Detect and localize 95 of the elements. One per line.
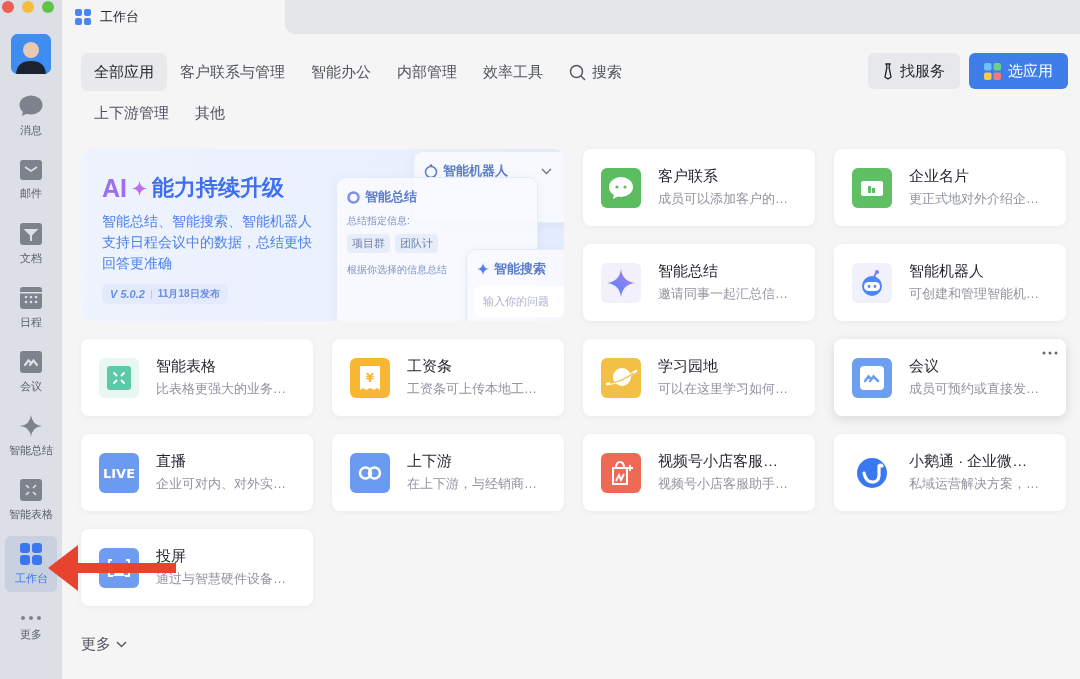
app-description: 邀请同事一起汇总信… xyxy=(658,285,788,303)
sidebar-item[interactable]: 智能表格 xyxy=(5,472,57,528)
app-title: 上下游 xyxy=(407,452,453,471)
search-icon xyxy=(569,63,586,81)
category-tab[interactable]: 内部管理 xyxy=(384,53,470,91)
app-title: 学习园地 xyxy=(658,357,719,376)
app-description: 成员可预约或直接发… xyxy=(909,380,1039,398)
chip: 项目群 xyxy=(347,234,390,253)
banner-description: 智能总结、智能搜索、智能机器人支持日程会议中的数据，总结更快回答更准确 xyxy=(102,212,313,273)
app-title: 会议 xyxy=(909,357,940,376)
sidebar-item[interactable]: 会议 xyxy=(5,344,57,400)
panel-text: 根据你选择的信息总结 xyxy=(347,263,447,277)
app-card[interactable]: 小鹅通 · 企业微… 私域运营解决方案，… xyxy=(834,434,1066,511)
chat-icon xyxy=(19,94,43,117)
panel-title: 智能总结 xyxy=(365,188,417,206)
live-icon: LIVE xyxy=(99,452,139,493)
find-service-button[interactable]: 找服务 xyxy=(868,53,960,89)
sparkle-icon xyxy=(20,414,42,437)
release-date: 11月18日发布 xyxy=(157,287,220,301)
panel-hint: 总结指定信息: xyxy=(347,214,410,228)
app-title: 客户联系 xyxy=(658,167,719,186)
sidebar-item[interactable]: 文档 xyxy=(5,216,57,272)
tie-icon xyxy=(883,62,893,80)
app-title: 投屏 xyxy=(156,547,187,566)
app-title: 智能表格 xyxy=(156,357,217,376)
window-title: 工作台 xyxy=(100,8,139,26)
sparkle-icon xyxy=(132,180,147,196)
category-tab[interactable]: 智能办公 xyxy=(298,53,384,91)
sidebar-item[interactable]: 日程 xyxy=(5,280,57,336)
sidebar-item[interactable]: 消息 xyxy=(5,88,57,144)
app-description: 私域运营解决方案，… xyxy=(909,475,1039,493)
app-card[interactable]: 智能机器人 可创建和管理智能机… xyxy=(834,244,1066,321)
app-description: 工资条可上传本地工… xyxy=(407,380,537,398)
app-card[interactable]: 智能表格 比表格更强大的业务… xyxy=(81,339,313,416)
ai-label: AI xyxy=(102,173,127,203)
app-title: 视频号小店客服… xyxy=(658,452,779,471)
app-card[interactable]: 上下游 在上下游，与经销商… xyxy=(332,434,564,511)
app-description: 视频号小店客服助手… xyxy=(658,475,788,493)
app-title: 智能机器人 xyxy=(909,262,985,281)
show-more-button[interactable]: 更多 xyxy=(81,635,127,654)
banner-title: 能力持续升级 xyxy=(152,174,284,202)
sidebar-item[interactable]: 智能总结 xyxy=(5,408,57,464)
app-description: 比表格更强大的业务… xyxy=(156,380,286,398)
app-title: 直播 xyxy=(156,452,187,471)
app-card[interactable]: 智能总结 邀请同事一起汇总信… xyxy=(583,244,815,321)
more-icon[interactable] xyxy=(1042,351,1058,355)
question-field: 输入你的问题 xyxy=(475,286,564,317)
app-description: 成员可以添加客户的… xyxy=(658,190,788,208)
chip: 团队计 xyxy=(395,234,438,253)
app-description: 可以在这里学习如何… xyxy=(658,380,788,398)
app-description: 可创建和管理智能机… xyxy=(909,285,1039,303)
avatar[interactable] xyxy=(11,34,51,74)
grid-icon xyxy=(75,9,91,25)
app-card[interactable]: 客户联系 成员可以添加客户的… xyxy=(583,149,815,226)
chevron-down-icon xyxy=(116,641,127,648)
app-title: 小鹅通 · 企业微… xyxy=(909,452,1029,471)
meeting-icon xyxy=(20,350,42,373)
app-description: 在上下游，与经销商… xyxy=(407,475,537,493)
app-card[interactable]: 企业名片 更正式地对外介绍企… xyxy=(834,149,1066,226)
chevron-down-icon xyxy=(541,167,552,175)
zoom-window-button[interactable] xyxy=(42,1,54,13)
receipt-icon: ¥ xyxy=(350,357,390,398)
category-tab[interactable]: 上下游管理 xyxy=(81,94,182,132)
select-apps-button[interactable]: 选应用 xyxy=(969,53,1068,89)
app-title: 工资条 xyxy=(407,357,453,376)
app-title: 企业名片 xyxy=(909,167,970,186)
sparkle-icon xyxy=(477,263,489,275)
app-card[interactable]: 学习园地 可以在这里学习如何… xyxy=(583,339,815,416)
category-tab[interactable]: 效率工具 xyxy=(470,53,556,91)
app-title: 智能总结 xyxy=(658,262,719,281)
app-description: 企业可对内、对外实… xyxy=(156,475,286,493)
sidebar-item[interactable]: 更多 xyxy=(5,600,57,656)
more-icon xyxy=(20,614,42,621)
app-description: 更正式地对外介绍企… xyxy=(909,190,1039,208)
promo-banner[interactable]: 智能机器人 智能总结 总结指定信息: 项目群 团队计 根据你选择的信息总结 智能搜索 输入你的问题 AI 能力持续升级 智能总结、智能搜索、智能机器人支持日程会议中的数据，总结更快回答更准确 V 5.0.2 11月18日发布 xyxy=(81,149,564,321)
search-button[interactable]: 搜索 xyxy=(556,53,635,91)
app-card[interactable]: 会议 成员可预约或直接发… xyxy=(834,339,1066,416)
app-card[interactable]: LIVE 直播 企业可对内、对外实… xyxy=(81,434,313,511)
app-card[interactable]: 视频号小店客服… 视频号小店客服助手… xyxy=(583,434,815,511)
app-card[interactable]: ¥ 工资条 工资条可上传本地工… xyxy=(332,339,564,416)
close-window-button[interactable] xyxy=(2,1,14,13)
minimize-window-button[interactable] xyxy=(22,1,34,13)
panel-title: 智能搜索 xyxy=(494,260,546,278)
mail-icon xyxy=(20,159,42,180)
panel-title: 智能机器人 xyxy=(443,162,508,180)
category-tab[interactable]: 其他 xyxy=(182,94,238,132)
grid-icon xyxy=(984,62,1001,80)
grid-icon xyxy=(20,542,42,565)
category-tab[interactable]: 客户联系与管理 xyxy=(167,53,298,91)
calendar-icon xyxy=(20,286,42,309)
sidebar-item[interactable]: 邮件 xyxy=(5,152,57,208)
version-label: V 5.0.2 xyxy=(110,288,145,300)
category-tab[interactable]: 全部应用 xyxy=(81,53,167,91)
ring-icon xyxy=(347,190,360,204)
table-icon xyxy=(20,478,42,501)
